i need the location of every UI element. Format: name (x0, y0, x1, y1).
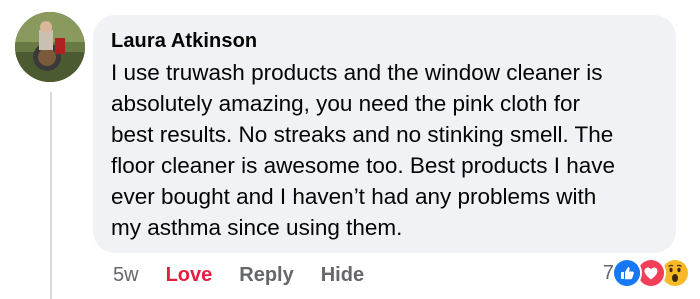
avatar-image (15, 12, 85, 82)
comment-line: ever bought and I haven’t had any proble… (111, 184, 597, 209)
comment-line: absolutely amazing, you need the pink cl… (111, 91, 581, 116)
thread-line (50, 92, 52, 299)
comment-timestamp[interactable]: 5w (113, 264, 139, 287)
comment-bubble: Laura Atkinson I use truwash products an… (93, 15, 676, 253)
reactions-summary[interactable]: 7 (603, 258, 690, 288)
comment-author[interactable]: Laura Atkinson (111, 28, 658, 54)
like-icon (612, 258, 642, 288)
hide-button[interactable]: Hide (321, 264, 364, 287)
reply-button[interactable]: Reply (239, 264, 293, 287)
comment-line: floor cleaner is awesome too. Best produ… (111, 153, 616, 178)
comment-line: my asthma since using them. (111, 215, 403, 240)
comment-line: best results. No streaks and no stinking… (111, 122, 614, 147)
avatar[interactable] (15, 12, 85, 82)
comment-line: I use truwash products and the window cl… (111, 60, 603, 85)
love-button[interactable]: Love (166, 264, 213, 287)
comment-actions: 5w Love Reply Hide (113, 261, 391, 289)
comment-text: I use truwash products and the window cl… (111, 57, 658, 243)
